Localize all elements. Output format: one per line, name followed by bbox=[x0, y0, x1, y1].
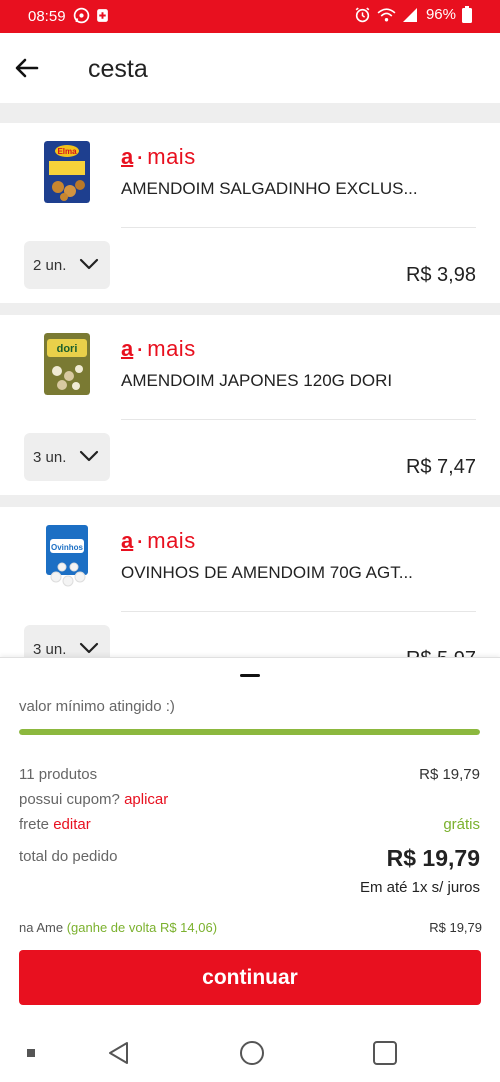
sheet-drag-handle[interactable] bbox=[240, 674, 260, 677]
svg-text:Elma: Elma bbox=[57, 147, 77, 156]
item-price: R$ 7,47 bbox=[405, 456, 476, 478]
chevron-down-icon bbox=[79, 450, 99, 462]
signal-icon bbox=[402, 7, 417, 22]
ame-payment-line: na Ame (ganhe de volta R$ 14,06) bbox=[19, 920, 217, 935]
back-button[interactable] bbox=[12, 53, 42, 83]
status-left-icons bbox=[73, 7, 109, 24]
seller-logo-dot: · bbox=[137, 148, 144, 168]
coupon-label: possui cupom? bbox=[19, 791, 120, 808]
apply-coupon-link[interactable]: aplicar bbox=[124, 791, 168, 808]
wifi-icon bbox=[377, 7, 396, 21]
whatsapp-icon bbox=[73, 7, 90, 24]
divider bbox=[121, 419, 476, 420]
divider bbox=[121, 611, 476, 612]
chevron-down-icon bbox=[79, 642, 99, 654]
system-nav-bar bbox=[0, 1022, 500, 1082]
shipping-label: frete bbox=[19, 816, 50, 833]
notification-icon bbox=[97, 9, 108, 22]
shipping-row: frete editar grátis bbox=[19, 816, 480, 833]
app-header: cesta bbox=[0, 33, 500, 103]
products-value: R$ 19,79 bbox=[419, 766, 480, 783]
product-image: Elma bbox=[44, 141, 90, 203]
seller-logo-mais: mais bbox=[147, 144, 196, 169]
ame-label: na Ame bbox=[19, 920, 64, 935]
seller-logo: a · mais bbox=[121, 528, 196, 554]
continue-button[interactable]: continuar bbox=[19, 950, 481, 1005]
ame-cashback: (ganhe de volta R$ 14,06) bbox=[66, 920, 218, 935]
installments-text: Em até 1x s/ juros bbox=[359, 879, 480, 896]
seller-logo-dot: · bbox=[137, 532, 144, 552]
product-name[interactable]: AMENDOIM JAPONES 120G DORI bbox=[121, 371, 451, 391]
total-value: R$ 19,79 bbox=[386, 845, 480, 871]
nav-home-icon[interactable] bbox=[239, 1040, 265, 1066]
quantity-value: 3 un. bbox=[33, 448, 67, 466]
seller-logo-dot: · bbox=[137, 340, 144, 360]
product-image: Ovinhos bbox=[46, 525, 88, 587]
total-label: total do pedido bbox=[19, 848, 118, 865]
app-root: 08:59 96% cesta Elma a · mais AMENDOIM S… bbox=[0, 0, 500, 1082]
minimum-value-progress bbox=[19, 729, 480, 735]
nav-back-icon[interactable] bbox=[106, 1040, 132, 1066]
seller-logo-mais: mais bbox=[147, 528, 196, 553]
alarm-icon bbox=[355, 7, 370, 23]
status-time: 08:59 bbox=[28, 8, 66, 25]
chevron-down-icon bbox=[79, 258, 99, 270]
quantity-select[interactable]: 3 un. bbox=[24, 433, 110, 481]
products-row: 11 produtos R$ 19,79 bbox=[19, 766, 480, 783]
cart-item-list[interactable]: Elma a · mais AMENDOIM SALGADINHO EXCLUS… bbox=[0, 103, 500, 659]
quantity-value: 3 un. bbox=[33, 640, 67, 658]
svg-text:Ovinhos: Ovinhos bbox=[51, 543, 84, 552]
seller-logo-mais: mais bbox=[147, 336, 196, 361]
progress-fill bbox=[19, 729, 480, 735]
minimum-value-message: valor mínimo atingido :) bbox=[19, 698, 175, 715]
svg-text:dori: dori bbox=[57, 343, 78, 355]
status-bar: 08:59 96% bbox=[0, 0, 500, 33]
cart-item: dori a · mais AMENDOIM JAPONES 120G DORI… bbox=[0, 315, 500, 495]
seller-logo: a · mais bbox=[121, 336, 196, 362]
item-price: R$ 3,98 bbox=[405, 264, 476, 286]
status-right-icons: 96% bbox=[354, 6, 472, 23]
page-title: cesta bbox=[88, 55, 148, 83]
shipping-value: grátis bbox=[443, 816, 480, 833]
ame-price: R$ 19,79 bbox=[429, 920, 482, 935]
cart-item: Elma a · mais AMENDOIM SALGADINHO EXCLUS… bbox=[0, 123, 500, 303]
divider bbox=[121, 227, 476, 228]
total-row: total do pedido R$ 19,79 bbox=[19, 845, 480, 871]
nav-recents-icon[interactable] bbox=[372, 1040, 398, 1066]
seller-logo-a: a bbox=[121, 336, 134, 361]
quantity-value: 2 un. bbox=[33, 256, 67, 274]
seller-logo: a · mais bbox=[121, 144, 196, 170]
cart-item: Ovinhos a · mais OVINHOS DE AMENDOIM 70G… bbox=[0, 507, 500, 659]
seller-logo-a: a bbox=[121, 144, 134, 169]
menu-dot-icon[interactable] bbox=[27, 1049, 35, 1057]
battery-icon bbox=[462, 6, 472, 23]
quantity-select[interactable]: 2 un. bbox=[24, 241, 110, 289]
arrow-left-icon bbox=[15, 58, 39, 78]
products-count: 11 produtos bbox=[19, 766, 98, 783]
edit-shipping-link[interactable]: editar bbox=[53, 816, 91, 833]
quantity-select[interactable]: 3 un. bbox=[24, 625, 110, 659]
seller-logo-a: a bbox=[121, 528, 134, 553]
product-name[interactable]: AMENDOIM SALGADINHO EXCLUS... bbox=[121, 179, 451, 199]
coupon-row: possui cupom? aplicar bbox=[19, 791, 480, 808]
battery-percent: 96% bbox=[425, 6, 456, 23]
product-image: dori bbox=[44, 333, 90, 395]
order-summary-sheet: valor mínimo atingido :) 11 produtos R$ … bbox=[0, 657, 500, 1022]
product-name[interactable]: OVINHOS DE AMENDOIM 70G AGT... bbox=[121, 563, 451, 583]
